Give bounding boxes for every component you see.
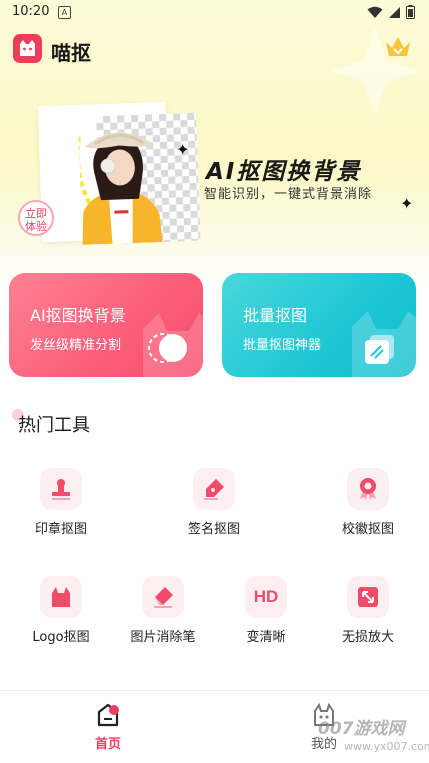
logo-icon [40, 576, 82, 618]
decor-star-icon [330, 26, 420, 116]
hero-banner[interactable]: 立即 体验 ✦ ✦ AI抠图换背景 智能识别，一键式背景消除 [0, 26, 429, 256]
status-bar: 10:20 A [0, 0, 429, 24]
banner-subtitle: 智能识别，一键式背景消除 [204, 187, 373, 202]
tool-label: 印章抠图 [34, 522, 87, 537]
tool-upscale[interactable]: 无损放大 [318, 576, 418, 645]
battery-icon [406, 5, 415, 19]
nav-home-label: 首页 [94, 737, 121, 752]
badge-line1: 立即 [25, 207, 47, 220]
signal-icon [389, 6, 400, 18]
tool-label: 签名抠图 [187, 522, 240, 537]
eraser-icon [142, 576, 184, 618]
watermark-url: www.yx007.com [344, 740, 429, 753]
batch-stack-icon [365, 335, 394, 364]
toggle-circle-icon [148, 333, 187, 363]
stamp-icon [40, 468, 82, 510]
badge-line2: 体验 [25, 220, 47, 233]
tool-label: 图片消除笔 [130, 630, 196, 645]
pen-icon [193, 468, 235, 510]
tool-school-badge[interactable]: 校徽抠图 [318, 468, 418, 537]
tool-sharpen[interactable]: HD 变清晰 [216, 576, 316, 645]
status-time: 10:20 [12, 4, 50, 19]
app-logo-icon [13, 34, 42, 63]
hd-icon: HD [245, 576, 287, 618]
banner-title: AI抠图换背景 [206, 159, 362, 185]
card-subtitle: 发丝级精准分割 [30, 338, 122, 353]
person-cutout-image [78, 132, 163, 245]
sparkle-icon: ✦ [400, 194, 414, 213]
app-title: 喵抠 [51, 41, 91, 65]
tool-label: Logo抠图 [32, 630, 90, 645]
tool-label: 变清晰 [246, 630, 286, 645]
try-now-badge[interactable]: 立即 体验 [18, 200, 54, 236]
tool-stamp[interactable]: 印章抠图 [11, 468, 111, 537]
notification-icon: A [58, 6, 71, 19]
enlarge-icon [347, 576, 389, 618]
card-title: 批量抠图 [243, 306, 308, 325]
tool-signature[interactable]: 签名抠图 [164, 468, 264, 537]
nav-home[interactable]: 首页 [80, 703, 136, 752]
tool-logo[interactable]: Logo抠图 [11, 576, 111, 645]
home-icon [97, 703, 119, 727]
watermark-text: 007游戏网 [318, 719, 405, 739]
card-subtitle: 批量抠图神器 [243, 338, 322, 353]
sparkle-icon: ✦ [176, 140, 190, 159]
card-title: AI抠图换背景 [30, 306, 126, 325]
ai-cutout-card[interactable]: AI抠图换背景 发丝级精准分割 [9, 273, 203, 377]
tool-label: 校徽抠图 [341, 522, 394, 537]
wifi-icon [367, 6, 383, 18]
tool-label: 无损放大 [341, 630, 394, 645]
section-title: 热门工具 [18, 415, 90, 436]
badge-icon [347, 468, 389, 510]
hd-icon-text: HD [253, 587, 279, 606]
tool-eraser[interactable]: 图片消除笔 [113, 576, 213, 645]
batch-cutout-card[interactable]: 批量抠图 批量抠图神器 [222, 273, 416, 377]
sample-photo [37, 101, 201, 245]
status-icons [367, 5, 415, 19]
